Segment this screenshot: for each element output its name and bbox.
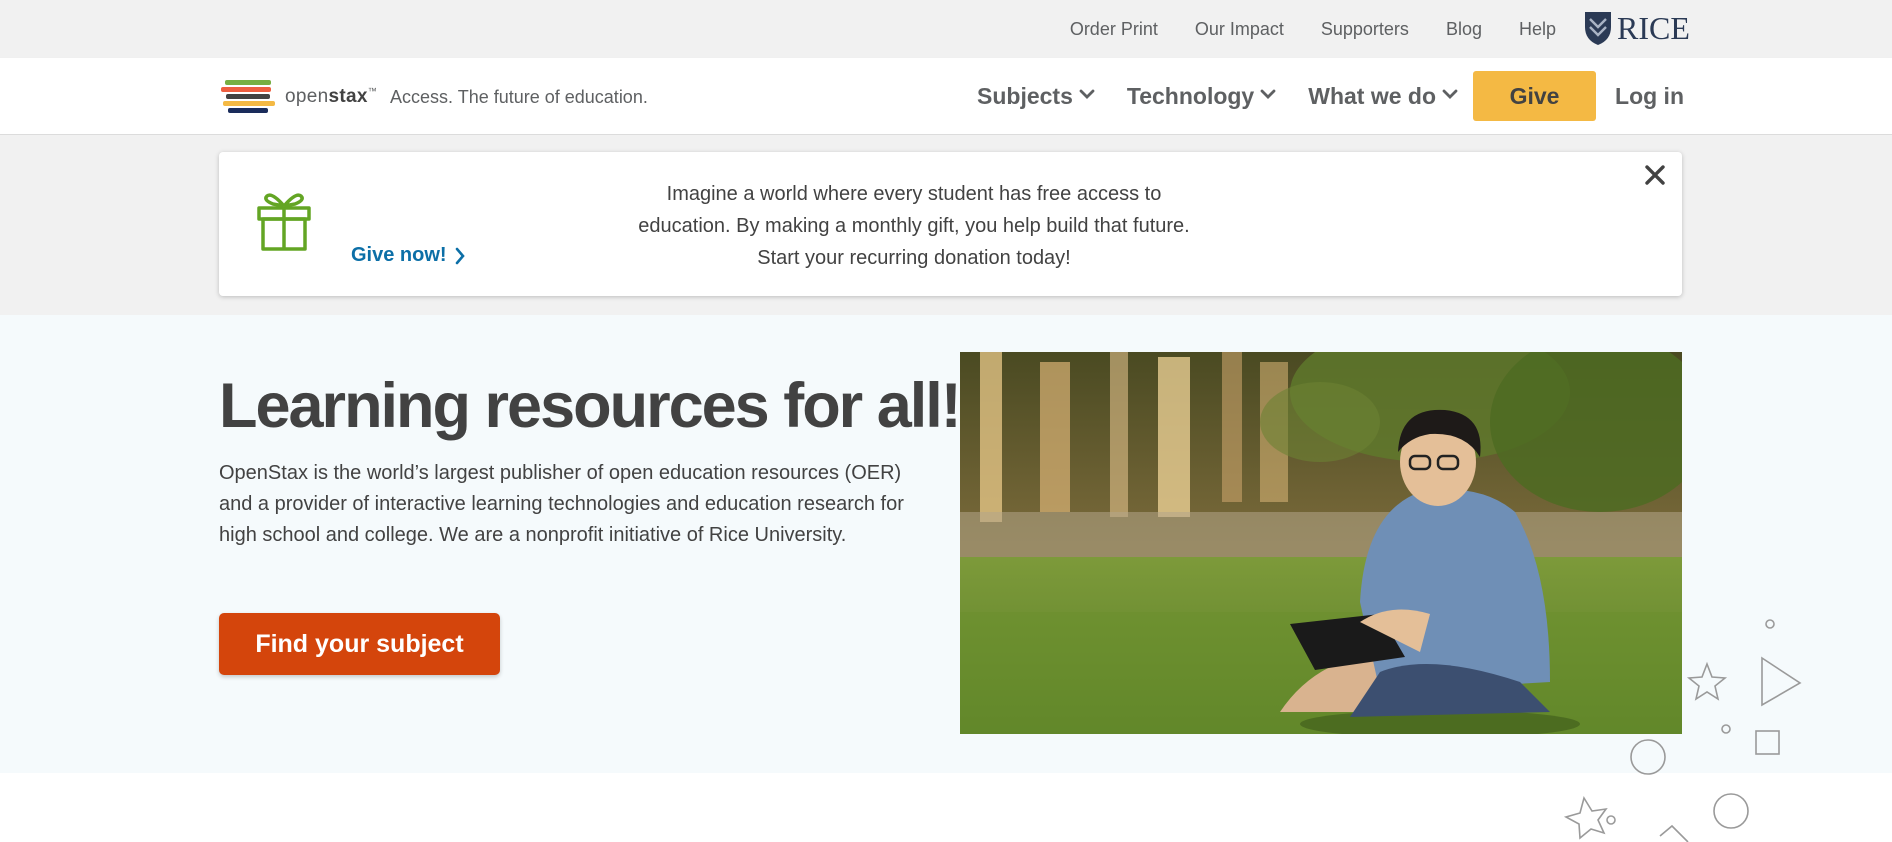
give-now-link[interactable]: Give now!: [351, 244, 465, 267]
banner-message: Imagine a world where every student has …: [638, 183, 1190, 269]
nav-technology[interactable]: Technology: [1127, 83, 1276, 110]
utility-links: Order Print Our Impact Supporters Blog H…: [1070, 0, 1556, 58]
utility-link-our-impact[interactable]: Our Impact: [1195, 19, 1284, 40]
deco-star-lower: [1563, 795, 1608, 840]
openstax-logo[interactable]: openstax™ Access. The future of educatio…: [219, 78, 648, 116]
utility-link-order-print[interactable]: Order Print: [1070, 19, 1158, 40]
chevron-right-icon: [455, 247, 465, 264]
deco-triangle-partial: [1659, 824, 1689, 842]
rice-logo-text: RICE: [1617, 9, 1690, 46]
deco-circle-medium: [1630, 739, 1666, 775]
brand-wordmark: openstax™: [285, 86, 377, 108]
chevron-down-icon: [1442, 89, 1458, 99]
openstax-books-icon: [221, 80, 275, 113]
deco-square: [1755, 730, 1780, 755]
brand-tagline: Access. The future of education.: [390, 86, 648, 107]
deco-circle-tiny: [1606, 815, 1616, 825]
deco-star: [1686, 661, 1728, 701]
chevron-down-icon: [1079, 89, 1095, 99]
donation-banner: Give now! Imagine a world where every st…: [219, 152, 1682, 296]
brand-trademark: ™: [367, 86, 378, 96]
gift-icon: [257, 193, 311, 251]
deco-triangle: [1761, 656, 1802, 707]
give-button[interactable]: Give: [1473, 71, 1597, 121]
main-header: openstax™ Access. The future of educatio…: [0, 58, 1892, 135]
close-icon: [1645, 165, 1665, 185]
deco-circle-small: [1765, 619, 1775, 629]
nav-subjects-label: Subjects: [977, 82, 1073, 109]
deco-circle-large: [1713, 793, 1749, 829]
primary-nav: Subjects Technology What we do Give Log …: [977, 70, 1684, 122]
rice-logo[interactable]: RICE: [1583, 8, 1690, 48]
nav-subjects[interactable]: Subjects: [977, 83, 1095, 110]
utility-link-blog[interactable]: Blog: [1446, 19, 1482, 40]
utility-bar: Order Print Our Impact Supporters Blog H…: [0, 0, 1892, 58]
nav-technology-label: Technology: [1126, 82, 1255, 109]
hero-description: OpenStax is the world’s largest publishe…: [219, 462, 904, 546]
utility-link-supporters[interactable]: Supporters: [1321, 19, 1409, 40]
chevron-down-icon: [1260, 89, 1276, 99]
give-now-label: Give now!: [351, 244, 447, 266]
close-banner-button[interactable]: [1644, 164, 1666, 191]
rice-shield-icon: [1585, 12, 1611, 45]
nav-what-we-do-label: What we do: [1308, 82, 1437, 109]
decorative-shapes: [1563, 619, 1802, 842]
deco-circle-dot: [1721, 724, 1731, 734]
brand-wordmark-light: open: [285, 86, 329, 107]
hero-title: Learning resources for all!: [219, 371, 962, 441]
nav-what-we-do[interactable]: What we do: [1308, 83, 1458, 110]
brand-wordmark-bold: stax: [328, 86, 368, 107]
utility-link-help[interactable]: Help: [1519, 19, 1556, 40]
login-link[interactable]: Log in: [1615, 83, 1684, 110]
find-your-subject-button[interactable]: Find your subject: [219, 613, 500, 675]
